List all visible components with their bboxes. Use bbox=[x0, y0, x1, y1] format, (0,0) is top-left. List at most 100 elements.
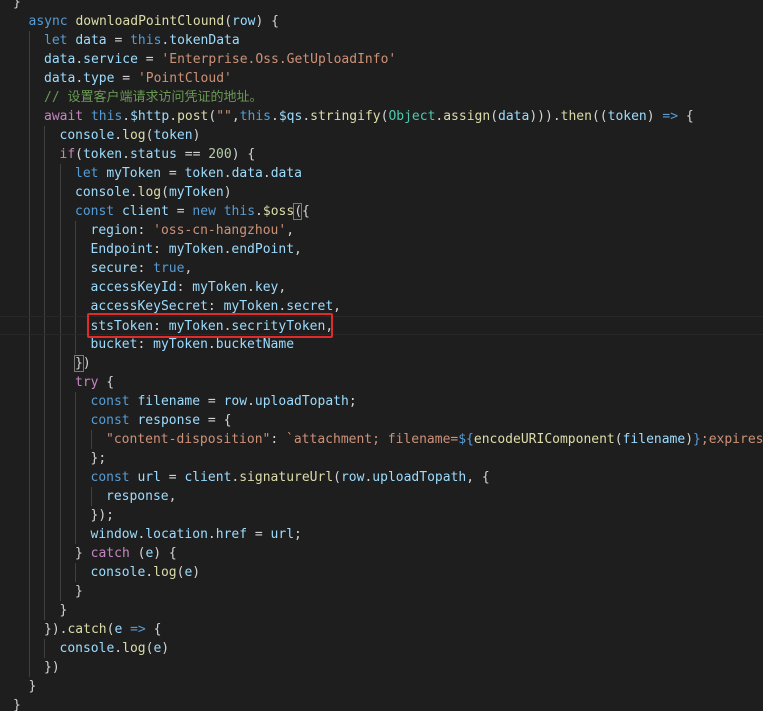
code-token: status bbox=[129, 147, 177, 162]
code-token: { bbox=[302, 204, 310, 219]
code-token: try bbox=[75, 375, 99, 390]
code-token: , bbox=[168, 489, 177, 504]
code-text: window.location.href = url; bbox=[91, 525, 302, 544]
code-token: . bbox=[122, 109, 131, 124]
code-token: catch bbox=[90, 546, 130, 561]
code-token: = bbox=[168, 204, 193, 219]
indent-guide bbox=[75, 563, 76, 582]
code-token: , bbox=[294, 242, 302, 257]
code-token: , bbox=[184, 261, 193, 276]
code-token: . bbox=[255, 204, 263, 219]
code-token: : bbox=[137, 223, 154, 238]
code-editor[interactable]: } async downloadPointClound(row) { let dat… bbox=[0, 0, 763, 711]
code-text: console.log(e) bbox=[60, 639, 170, 658]
code-text: data.service = 'Enterprise.Oss.GetUpload… bbox=[44, 50, 396, 69]
code-token: log bbox=[153, 565, 177, 580]
code-token: `attachment; filename= bbox=[286, 432, 459, 447]
code-token: myToken bbox=[106, 166, 162, 181]
code-token: ) bbox=[82, 356, 91, 371]
code-token: token bbox=[607, 109, 647, 124]
code-text: region: 'oss-cn-hangzhou', bbox=[91, 221, 295, 240]
code-token: this bbox=[239, 109, 272, 124]
code-token: } bbox=[75, 546, 91, 561]
code-token: data bbox=[75, 33, 107, 48]
code-token: . bbox=[75, 52, 84, 67]
code-token: (( bbox=[591, 109, 608, 124]
code-token: let bbox=[75, 166, 107, 181]
indent-guide bbox=[44, 126, 45, 620]
code-token: . bbox=[207, 337, 216, 352]
code-token: ) bbox=[223, 185, 232, 200]
code-token: uploadTopath bbox=[254, 394, 349, 409]
code-token: myToken bbox=[168, 242, 224, 257]
code-text: // 设置客户端请求访问凭证的地址。 bbox=[44, 88, 262, 107]
code-text: }) bbox=[44, 658, 60, 677]
code-token: client bbox=[184, 470, 232, 485]
code-text: async downloadPointClound(row) { bbox=[29, 12, 279, 31]
code-token: , bbox=[231, 109, 240, 124]
code-text: response, bbox=[106, 487, 176, 506]
code-token: data bbox=[44, 71, 76, 86]
code-token: . bbox=[114, 128, 123, 143]
code-token: await bbox=[44, 109, 91, 124]
code-token: bucket bbox=[90, 337, 138, 352]
indent-guide bbox=[59, 164, 61, 601]
code-token: ) bbox=[192, 565, 201, 580]
code-token: . bbox=[129, 185, 138, 200]
code-token: $http bbox=[130, 109, 170, 124]
code-token: const bbox=[90, 413, 138, 428]
code-text: const client = new this.$oss({ bbox=[75, 202, 310, 221]
code-token: . bbox=[247, 394, 255, 409]
code-token: . bbox=[114, 641, 123, 656]
code-token: true bbox=[153, 261, 185, 276]
code-token: endPoint bbox=[231, 242, 295, 257]
code-token: url bbox=[270, 527, 295, 542]
code-token: myToken bbox=[192, 280, 248, 295]
code-token: : bbox=[270, 432, 287, 447]
code-text: secure: true, bbox=[91, 259, 193, 278]
code-token: row bbox=[223, 394, 248, 409]
code-text: }).catch(e => { bbox=[44, 620, 161, 639]
code-token: . bbox=[75, 71, 84, 86]
code-token: = bbox=[160, 470, 185, 485]
code-token: => bbox=[662, 109, 679, 124]
code-token: . bbox=[302, 109, 311, 124]
code-text: } bbox=[13, 0, 21, 12]
code-token: const bbox=[90, 394, 138, 409]
code-token: . bbox=[247, 280, 255, 295]
code-token: client bbox=[121, 204, 169, 219]
indent-guide bbox=[90, 487, 92, 506]
code-token: log bbox=[137, 185, 162, 200]
code-token: myToken bbox=[223, 299, 279, 314]
code-token: post bbox=[177, 109, 209, 124]
code-token: ) { bbox=[231, 147, 256, 162]
code-token: . bbox=[207, 527, 216, 542]
code-token: : bbox=[137, 337, 154, 352]
code-token: row bbox=[232, 14, 256, 29]
code-token: response bbox=[106, 489, 169, 504]
code-token: } bbox=[13, 0, 21, 10]
code-token: : bbox=[153, 242, 169, 257]
code-text: "content-disposition": `attachment; file… bbox=[106, 430, 763, 449]
code-token: = { bbox=[200, 413, 232, 428]
code-token: // 设置客户端请求访问凭证的地址。 bbox=[44, 90, 263, 105]
code-token: }; bbox=[90, 451, 107, 466]
code-token: filename bbox=[622, 432, 686, 447]
code-token: "" bbox=[216, 109, 232, 124]
code-token: { bbox=[98, 375, 115, 390]
code-token: == bbox=[176, 147, 209, 162]
code-token: ) bbox=[646, 109, 663, 124]
code-text: }); bbox=[91, 506, 114, 525]
code-token: }). bbox=[44, 622, 68, 637]
code-token: myToken bbox=[168, 185, 224, 200]
code-token: async bbox=[28, 14, 76, 29]
code-token: ;expires: bbox=[700, 432, 763, 447]
code-token: data bbox=[270, 166, 303, 181]
code-token: secret bbox=[286, 299, 334, 314]
code-token: encodeURIComponent bbox=[473, 432, 615, 447]
code-text: } bbox=[29, 677, 37, 696]
code-token: service bbox=[83, 52, 138, 67]
code-text: await this.$http.post("",this.$qs.string… bbox=[44, 107, 694, 126]
code-token: } bbox=[13, 698, 21, 711]
